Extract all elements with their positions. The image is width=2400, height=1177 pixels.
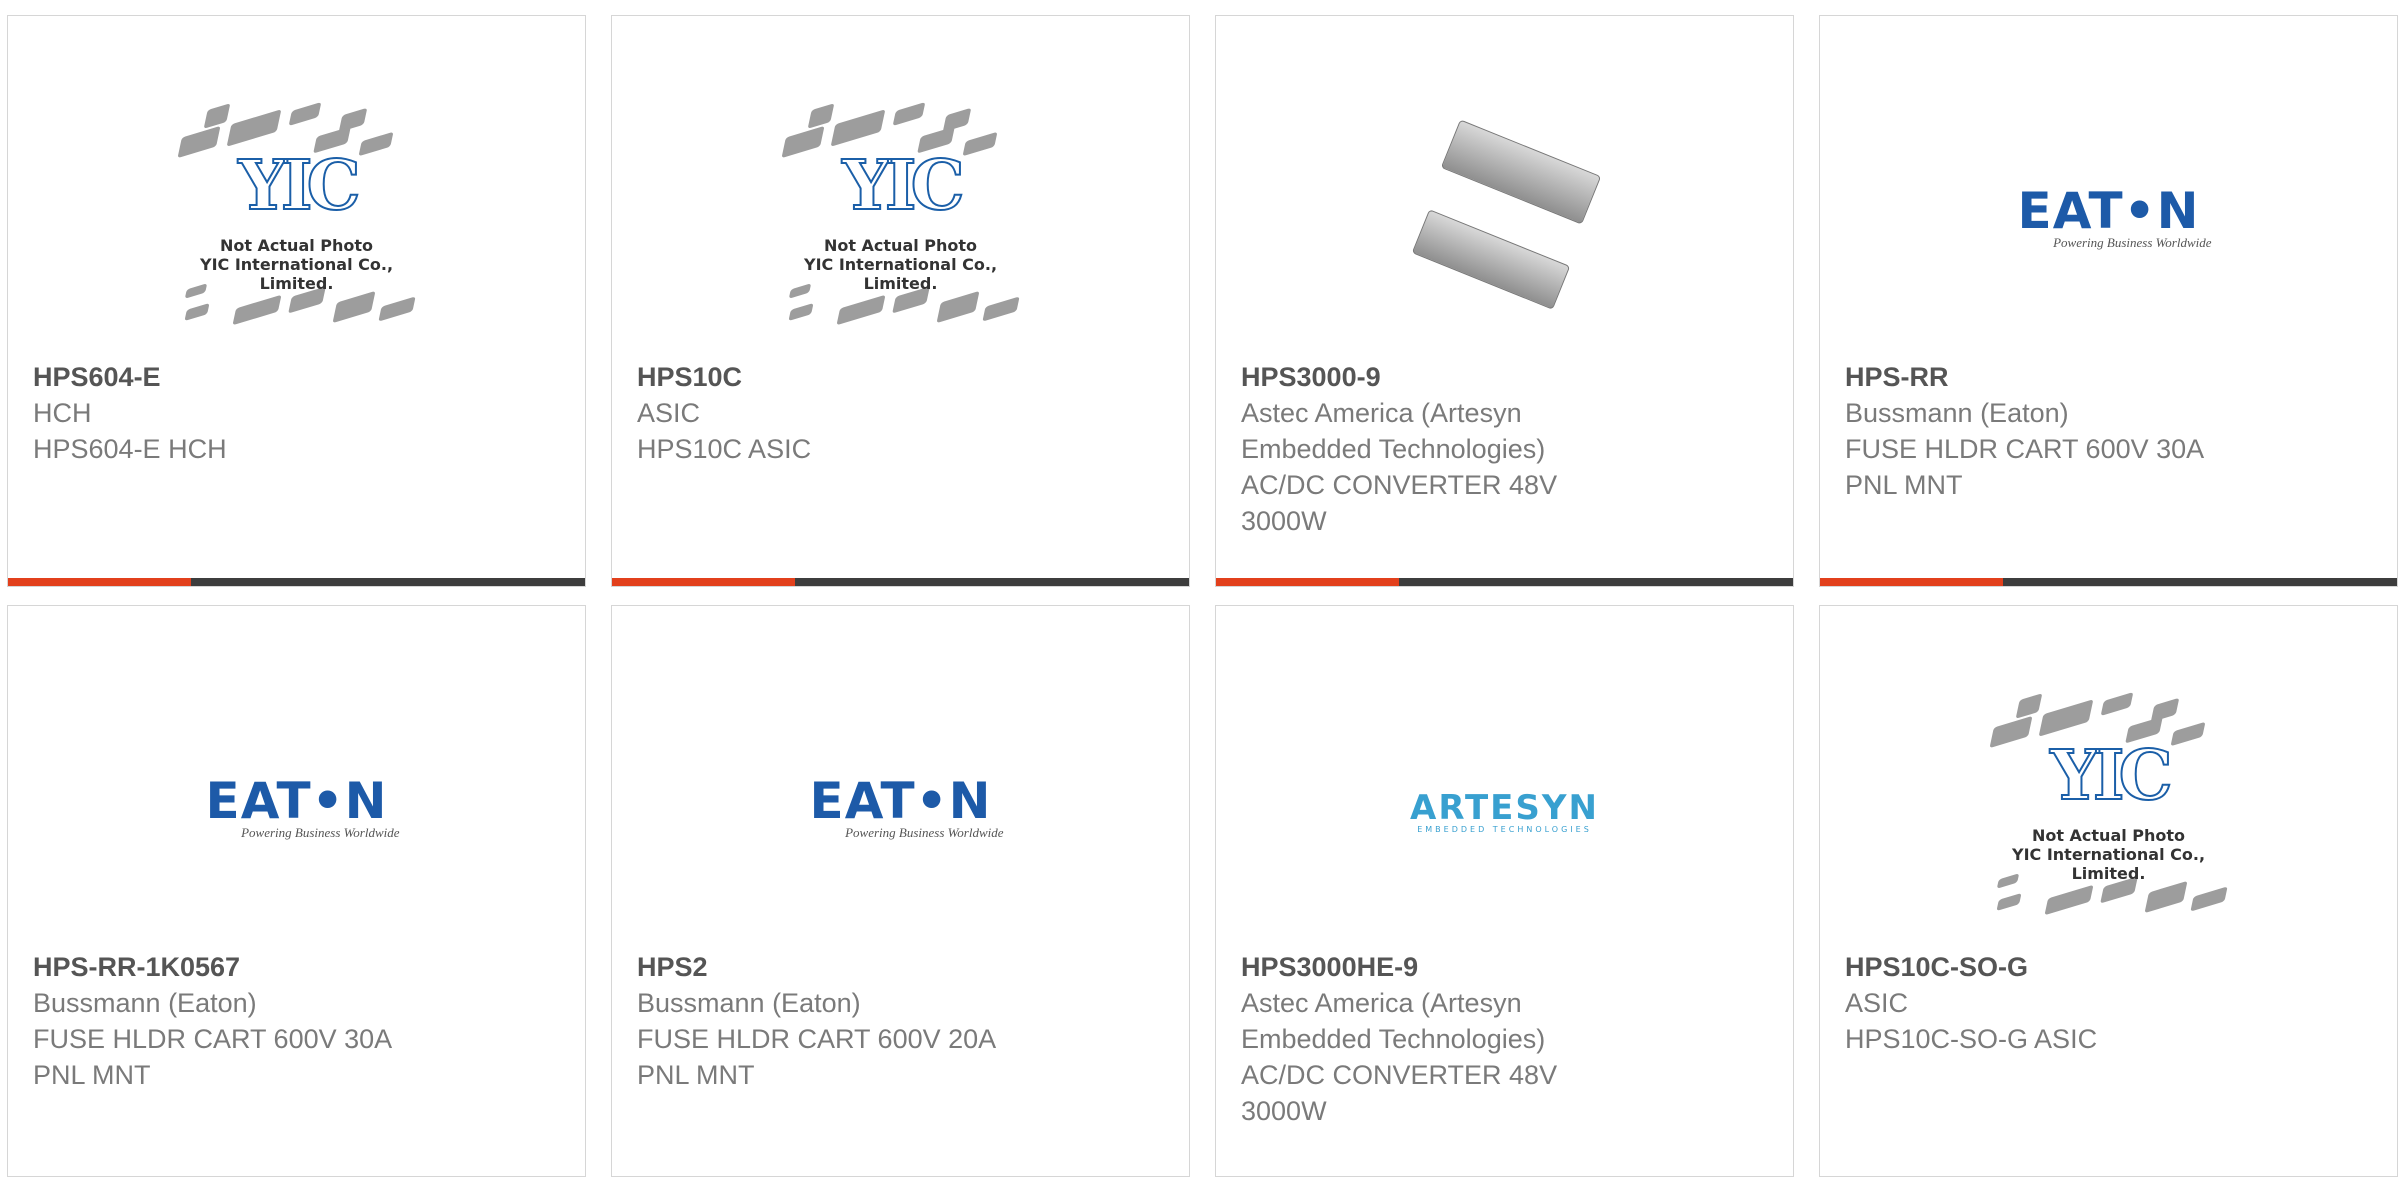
product-description-line: Embedded Technologies) bbox=[1241, 1024, 1546, 1054]
product-placeholder-image: YIC Not Actual Photo YIC International Co.… bbox=[162, 96, 432, 346]
eaton-logo: EAT•N Powering Business Worldwide bbox=[2006, 185, 2212, 257]
product-image[interactable]: EAT•N Powering Business Worldwide bbox=[8, 666, 585, 956]
artesyn-logo: ARTESYN EMBEDDED TECHNOLOGIES bbox=[1405, 788, 1605, 834]
card-bottom-bar bbox=[1216, 578, 1793, 586]
product-image[interactable]: EAT•N Powering Business Worldwide bbox=[612, 666, 1189, 956]
eaton-logo-word: EAT•N bbox=[205, 772, 388, 830]
product-image[interactable]: YIC Not Actual Photo YIC International Co.… bbox=[1820, 666, 2397, 956]
part-number-link[interactable]: HPS10C bbox=[637, 359, 1169, 395]
eaton-logo-word: EAT•N bbox=[809, 772, 992, 830]
product-card[interactable]: HPS3000-9 Astec America (Artesyn Embedded … bbox=[1215, 15, 1794, 587]
power-supply-unit bbox=[1411, 209, 1570, 310]
product-details: HPS2 Bussmann (Eaton) FUSE HLDR CART 600V … bbox=[637, 949, 1169, 1093]
product-description-line: AC/DC CONVERTER 48V bbox=[1241, 470, 1558, 500]
product-description-line: FUSE HLDR CART 600V 20A bbox=[637, 1024, 997, 1054]
product-description-line: Astec America (Artesyn bbox=[1241, 988, 1522, 1018]
placeholder-caption-2: YIC International Co., Limited. bbox=[2011, 845, 2206, 883]
product-description-line: ASIC bbox=[637, 398, 701, 428]
eaton-logo-tagline: Powering Business Worldwide bbox=[241, 825, 400, 840]
product-details: HPS10C ASIC HPS10C ASIC bbox=[637, 359, 1169, 467]
product-image[interactable]: EAT•N Powering Business Worldwide bbox=[1820, 76, 2397, 366]
product-description-line: HCH bbox=[33, 398, 92, 428]
product-details: HPS-RR Bussmann (Eaton) FUSE HLDR CART 600… bbox=[1845, 359, 2377, 503]
part-number-link[interactable]: HPS10C-SO-G bbox=[1845, 949, 2377, 985]
eaton-logo-word: EAT•N bbox=[2017, 182, 2200, 240]
product-description-line: PNL MNT bbox=[33, 1060, 151, 1090]
part-number-link[interactable]: HPS3000HE-9 bbox=[1241, 949, 1773, 985]
product-description-line: FUSE HLDR CART 600V 30A bbox=[1845, 434, 2205, 464]
product-description-line: Embedded Technologies) bbox=[1241, 434, 1546, 464]
product-description-line: Bussmann (Eaton) bbox=[1845, 398, 2069, 428]
power-supply-unit bbox=[1440, 119, 1601, 225]
product-image[interactable]: ARTESYN EMBEDDED TECHNOLOGIES bbox=[1216, 666, 1793, 956]
product-details: HPS10C-SO-G ASIC HPS10C-SO-G ASIC bbox=[1845, 949, 2377, 1057]
eaton-logo: EAT•N Powering Business Worldwide bbox=[194, 775, 400, 847]
product-description-line: Astec America (Artesyn bbox=[1241, 398, 1522, 428]
product-image[interactable] bbox=[1216, 76, 1793, 366]
product-description-line: ASIC bbox=[1845, 988, 1909, 1018]
product-description-line: FUSE HLDR CART 600V 30A bbox=[33, 1024, 393, 1054]
product-details: HPS-RR-1K0567 Bussmann (Eaton) FUSE HLDR C… bbox=[33, 949, 565, 1093]
product-placeholder-image: YIC Not Actual Photo YIC International Co.… bbox=[766, 96, 1036, 346]
product-description-line: AC/DC CONVERTER 48V bbox=[1241, 1060, 1558, 1090]
product-card[interactable]: EAT•N Powering Business Worldwide HPS-RR Bu… bbox=[1819, 15, 2398, 587]
placeholder-caption-1: Not Actual Photo bbox=[2031, 826, 2186, 845]
product-description-line: HPS10C ASIC bbox=[637, 434, 812, 464]
product-card[interactable]: EAT•N Powering Business Worldwide HPS-RR-1… bbox=[7, 605, 586, 1177]
yic-logo: YIC bbox=[841, 145, 965, 227]
card-bar-accent bbox=[1820, 578, 2003, 586]
product-card[interactable]: YIC Not Actual Photo YIC International Co.… bbox=[7, 15, 586, 587]
artesyn-logo-word: ARTESYN bbox=[1410, 788, 1599, 828]
product-card[interactable]: YIC Not Actual Photo YIC International Co.… bbox=[1819, 605, 2398, 1177]
part-number-link[interactable]: HPS-RR-1K0567 bbox=[33, 949, 565, 985]
product-description-line: Bussmann (Eaton) bbox=[637, 988, 861, 1018]
card-bottom-bar bbox=[8, 578, 585, 586]
artesyn-logo-sub: EMBEDDED TECHNOLOGIES bbox=[1417, 825, 1592, 834]
yic-logo: YIC bbox=[2049, 735, 2173, 817]
yic-logo: YIC bbox=[237, 145, 361, 227]
product-details: HPS604-E HCH HPS604-E HCH bbox=[33, 359, 565, 467]
placeholder-caption-2: YIC International Co., Limited. bbox=[199, 255, 394, 293]
product-description-line: HPS10C-SO-G ASIC bbox=[1845, 1024, 2098, 1054]
card-bar-accent bbox=[1216, 578, 1399, 586]
placeholder-caption-1: Not Actual Photo bbox=[219, 236, 374, 255]
eaton-logo: EAT•N Powering Business Worldwide bbox=[798, 775, 1004, 847]
product-description-line: HPS604-E HCH bbox=[33, 434, 227, 464]
product-description-line: PNL MNT bbox=[1845, 470, 1963, 500]
part-number-link[interactable]: HPS3000-9 bbox=[1241, 359, 1773, 395]
product-description-line: Bussmann (Eaton) bbox=[33, 988, 257, 1018]
product-description-line: PNL MNT bbox=[637, 1060, 755, 1090]
product-placeholder-image: YIC Not Actual Photo YIC International Co.… bbox=[1974, 686, 2244, 936]
card-bottom-bar bbox=[612, 578, 1189, 586]
eaton-logo-tagline: Powering Business Worldwide bbox=[2053, 235, 2212, 250]
product-image[interactable]: YIC Not Actual Photo YIC International Co.… bbox=[8, 76, 585, 366]
product-description-line: 3000W bbox=[1241, 1096, 1327, 1126]
part-number-link[interactable]: HPS2 bbox=[637, 949, 1169, 985]
product-details: HPS3000-9 Astec America (Artesyn Embedded … bbox=[1241, 359, 1773, 539]
placeholder-caption-1: Not Actual Photo bbox=[823, 236, 978, 255]
card-bar-accent bbox=[8, 578, 191, 586]
product-description-line: 3000W bbox=[1241, 506, 1327, 536]
card-bottom-bar bbox=[1820, 578, 2397, 586]
product-details: HPS3000HE-9 Astec America (Artesyn Embedde… bbox=[1241, 949, 1773, 1129]
product-image[interactable]: YIC Not Actual Photo YIC International Co.… bbox=[612, 76, 1189, 366]
product-card[interactable]: ARTESYN EMBEDDED TECHNOLOGIES HPS3000HE-9 A… bbox=[1215, 605, 1794, 1177]
card-bar-accent bbox=[612, 578, 795, 586]
placeholder-caption-2: YIC International Co., Limited. bbox=[803, 255, 998, 293]
part-number-link[interactable]: HPS-RR bbox=[1845, 359, 2377, 395]
product-card[interactable]: EAT•N Powering Business Worldwide HPS2 Buss… bbox=[611, 605, 1190, 1177]
eaton-logo-tagline: Powering Business Worldwide bbox=[845, 825, 1004, 840]
power-supply-photo bbox=[1405, 116, 1605, 326]
product-card[interactable]: YIC Not Actual Photo YIC International Co.… bbox=[611, 15, 1190, 587]
part-number-link[interactable]: HPS604-E bbox=[33, 359, 565, 395]
